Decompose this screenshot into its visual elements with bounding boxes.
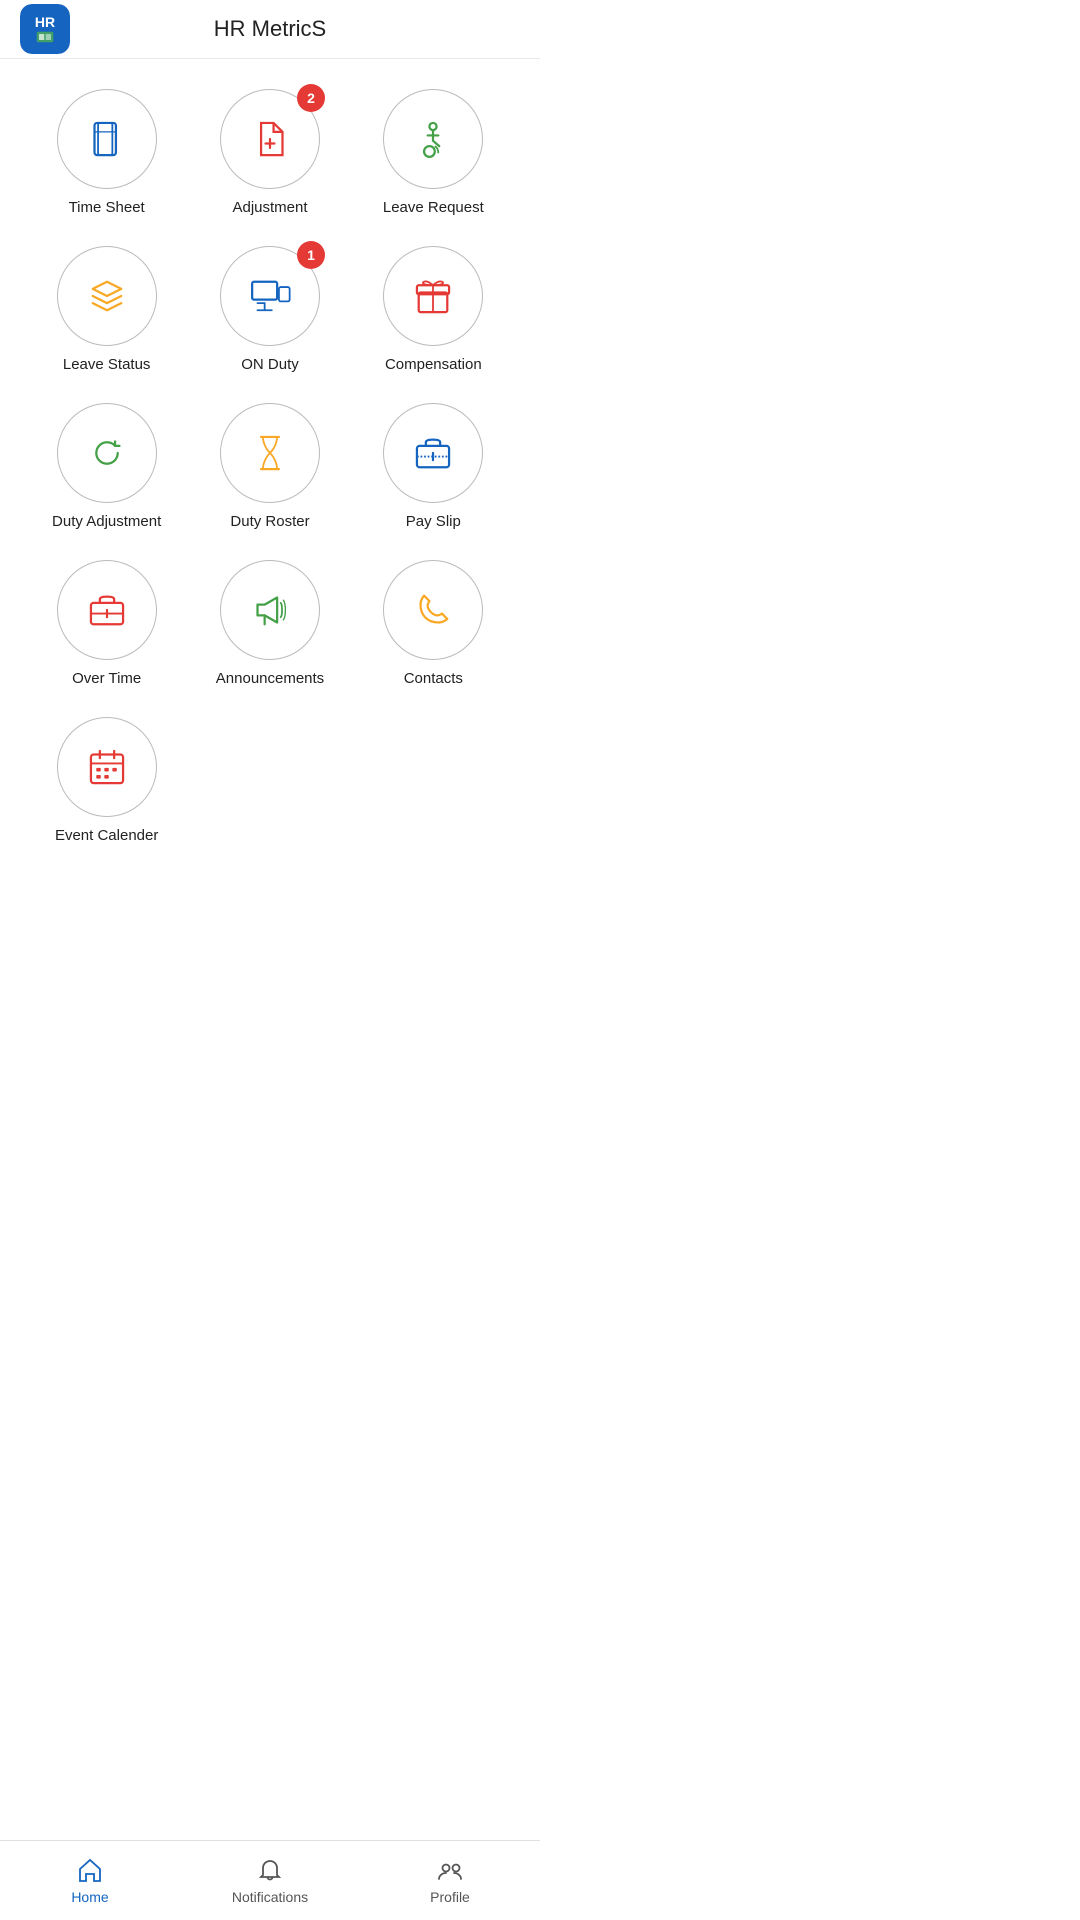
nav-profile[interactable]: Profile (360, 1857, 540, 1905)
grid-item-announcements[interactable]: Announcements (193, 560, 346, 687)
icon-circle-contacts (383, 560, 483, 660)
item-label-leave-status: Leave Status (63, 356, 151, 373)
page-title: HR MetricS (214, 16, 326, 42)
item-label-announcements: Announcements (216, 670, 324, 687)
grid-item-contacts[interactable]: Contacts (357, 560, 510, 687)
grid-item-pay-slip[interactable]: Pay Slip (357, 403, 510, 530)
icon-circle-adjustment: 2 (220, 89, 320, 189)
item-label-pay-slip: Pay Slip (406, 513, 461, 530)
notifications-icon (256, 1857, 284, 1885)
bottom-navigation: Home Notifications Profile (0, 1840, 540, 1920)
icon-circle-leave-request (383, 89, 483, 189)
item-label-event-calender: Event Calender (55, 827, 158, 844)
item-label-on-duty: ON Duty (241, 356, 299, 373)
grid-item-leave-request[interactable]: Leave Request (357, 89, 510, 216)
item-label-duty-roster: Duty Roster (230, 513, 309, 530)
icon-circle-leave-status (57, 246, 157, 346)
icon-circle-over-time (57, 560, 157, 660)
header: HR HR MetricS (0, 0, 540, 59)
item-label-contacts: Contacts (404, 670, 463, 687)
item-label-compensation: Compensation (385, 356, 482, 373)
nav-home-label: Home (71, 1889, 108, 1905)
icon-circle-on-duty: 1 (220, 246, 320, 346)
nav-notifications[interactable]: Notifications (180, 1857, 360, 1905)
item-label-leave-request: Leave Request (383, 199, 484, 216)
grid-item-leave-status[interactable]: Leave Status (30, 246, 183, 373)
grid-item-compensation[interactable]: Compensation (357, 246, 510, 373)
grid-item-adjustment[interactable]: 2 Adjustment (193, 89, 346, 216)
icon-circle-event-calender (57, 717, 157, 817)
home-icon (76, 1857, 104, 1885)
main-grid: Time Sheet 2 Adjustment Leave Request Lea… (0, 59, 540, 864)
logo-box-icon (36, 31, 54, 43)
item-label-time-sheet: Time Sheet (69, 199, 145, 216)
grid-item-duty-adjustment[interactable]: Duty Adjustment (30, 403, 183, 530)
grid-item-event-calender[interactable]: Event Calender (30, 717, 183, 844)
item-label-adjustment: Adjustment (232, 199, 307, 216)
nav-profile-label: Profile (430, 1889, 470, 1905)
grid-item-on-duty[interactable]: 1 ON Duty (193, 246, 346, 373)
grid-item-duty-roster[interactable]: Duty Roster (193, 403, 346, 530)
app-logo[interactable]: HR (20, 4, 70, 54)
nav-notifications-label: Notifications (232, 1889, 308, 1905)
icon-circle-duty-roster (220, 403, 320, 503)
icon-circle-announcements (220, 560, 320, 660)
item-label-over-time: Over Time (72, 670, 141, 687)
logo-text: HR (35, 15, 55, 29)
icon-circle-duty-adjustment (57, 403, 157, 503)
nav-home[interactable]: Home (0, 1857, 180, 1905)
grid-item-time-sheet[interactable]: Time Sheet (30, 89, 183, 216)
icon-circle-pay-slip (383, 403, 483, 503)
icon-circle-time-sheet (57, 89, 157, 189)
badge-on-duty: 1 (297, 241, 325, 269)
profile-icon (436, 1857, 464, 1885)
item-label-duty-adjustment: Duty Adjustment (52, 513, 161, 530)
icon-circle-compensation (383, 246, 483, 346)
badge-adjustment: 2 (297, 84, 325, 112)
grid-item-over-time[interactable]: Over Time (30, 560, 183, 687)
